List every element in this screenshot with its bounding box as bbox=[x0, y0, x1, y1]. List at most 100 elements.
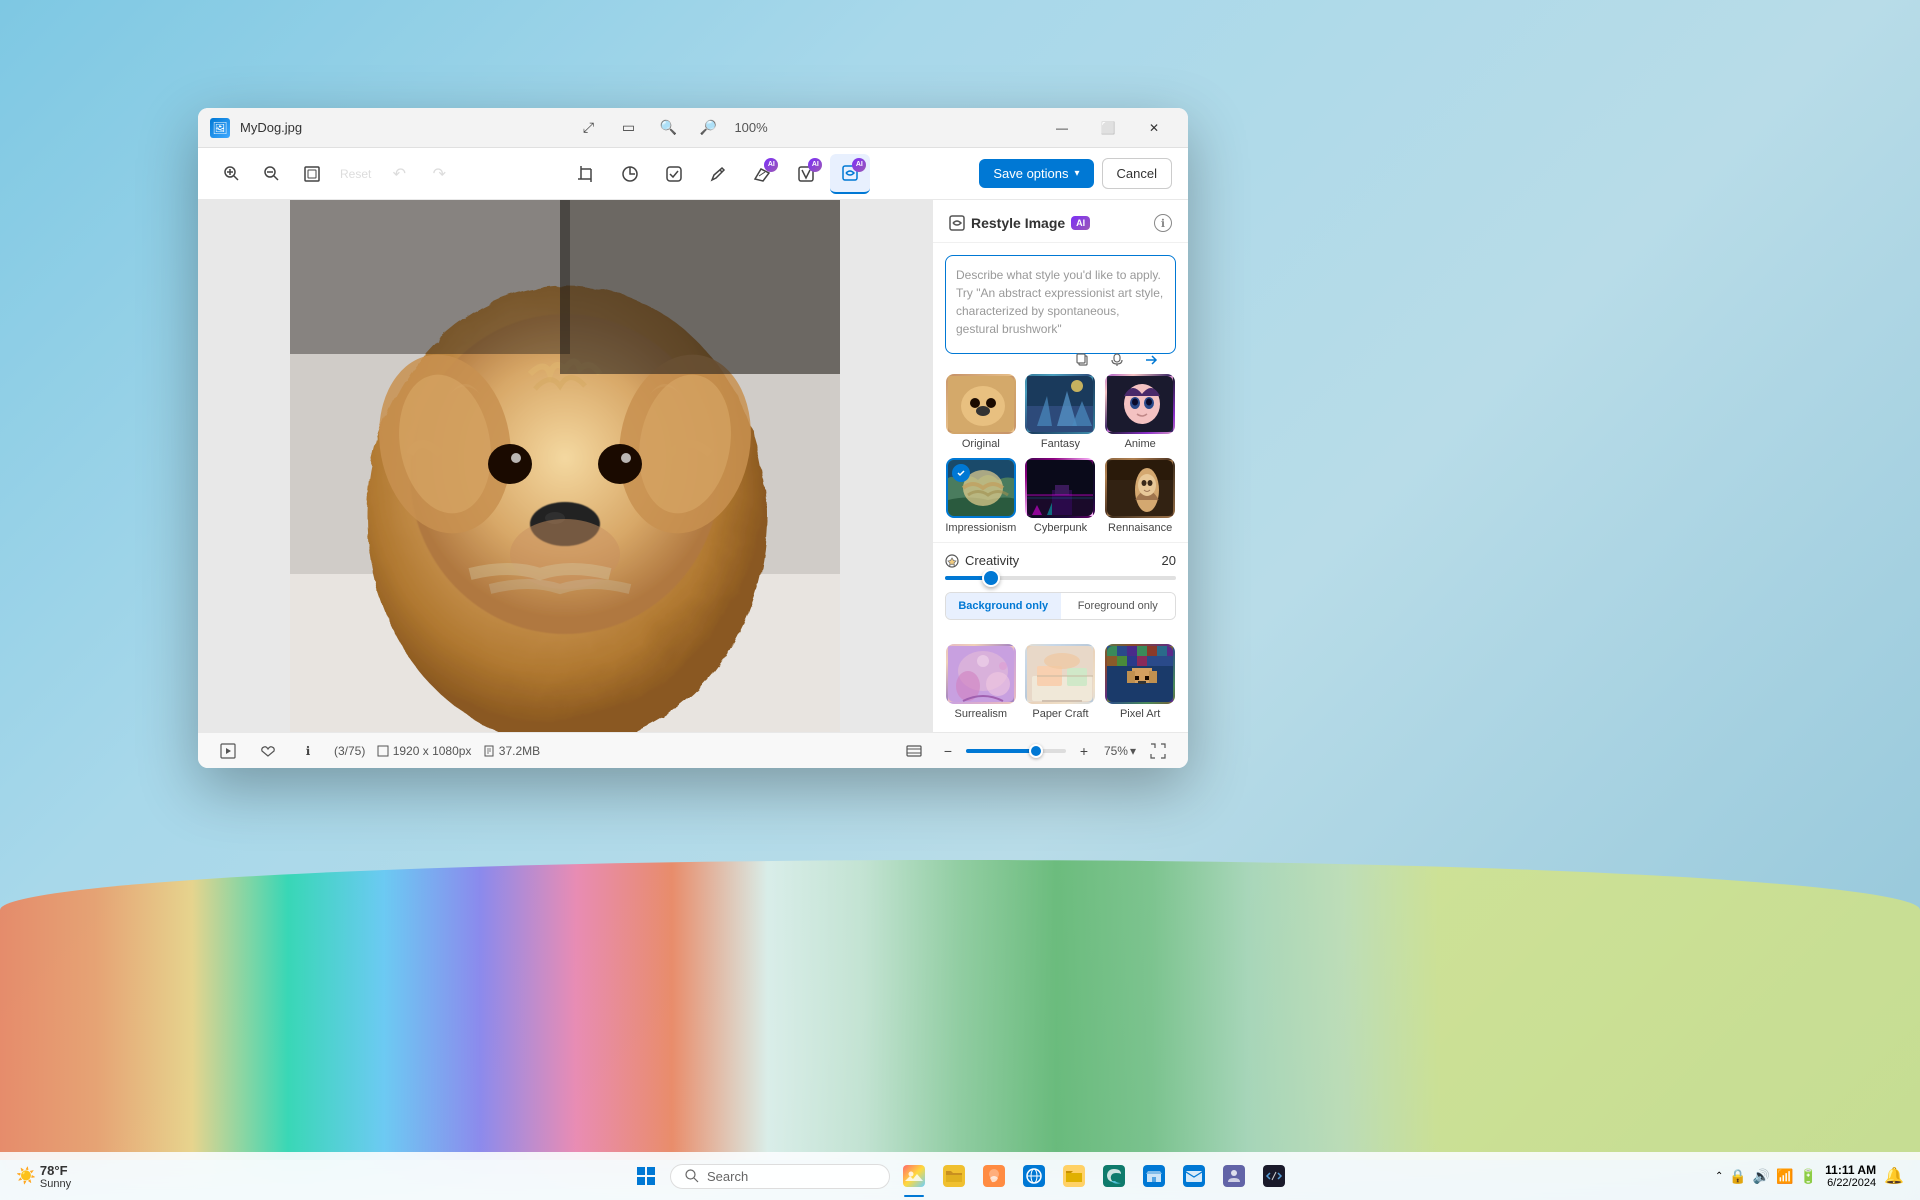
zoom-value-display[interactable]: 75% ▾ bbox=[1104, 744, 1136, 758]
image-area[interactable] bbox=[198, 200, 932, 732]
adjust-tool-btn[interactable] bbox=[610, 154, 650, 194]
weather-widget[interactable]: ☀️ 78°F Sunny bbox=[16, 1163, 71, 1190]
tray-security-icon[interactable]: 🔒 bbox=[1729, 1168, 1746, 1185]
window-title: MyDog.jpg bbox=[240, 120, 302, 135]
tray-volume-icon[interactable]: 🔊 bbox=[1753, 1168, 1770, 1185]
file-dimensions: 1920 x 1080px bbox=[377, 744, 471, 758]
panel-info-btn[interactable]: ℹ bbox=[1154, 214, 1172, 232]
system-clock[interactable]: 11:11 AM 6/22/2024 bbox=[1825, 1163, 1876, 1189]
fullscreen-btn[interactable] bbox=[1144, 737, 1172, 765]
taskbar-mail-btn[interactable] bbox=[1176, 1158, 1212, 1194]
foreground-only-btn[interactable]: Foreground only bbox=[1061, 593, 1176, 619]
search-bar[interactable]: Search bbox=[670, 1164, 890, 1189]
creativity-text: Creativity bbox=[965, 553, 1019, 568]
minimize-btn[interactable]: — bbox=[1040, 113, 1084, 143]
toolbar: Reset ↶ ↷ AI bbox=[198, 148, 1188, 200]
style-item-renaissance[interactable]: Rennaisance bbox=[1104, 458, 1176, 534]
generate-ai-btn[interactable]: AI bbox=[786, 154, 826, 194]
taskbar-teams-btn[interactable] bbox=[1216, 1158, 1252, 1194]
tray-expand-icon[interactable]: ⌃ bbox=[1715, 1171, 1723, 1182]
close-btn[interactable]: ✕ bbox=[1132, 113, 1176, 143]
taskbar-files-btn[interactable] bbox=[936, 1158, 972, 1194]
tray-battery-icon[interactable]: 🔋 bbox=[1800, 1168, 1817, 1185]
zoom-in-status-btn[interactable]: + bbox=[1072, 739, 1096, 763]
save-options-btn[interactable]: Save options ▾ bbox=[979, 159, 1093, 188]
cancel-btn[interactable]: Cancel bbox=[1102, 158, 1172, 189]
zoom-control: − + bbox=[936, 739, 1096, 763]
desktop-ribbon bbox=[0, 860, 1920, 1160]
filmstrip-btn[interactable] bbox=[900, 737, 928, 765]
style-item-pixelart[interactable]: Pixel Art bbox=[1104, 644, 1176, 720]
taskbar-dev-btn[interactable] bbox=[1256, 1158, 1292, 1194]
like-btn[interactable] bbox=[254, 737, 282, 765]
style-item-fantasy[interactable]: Fantasy bbox=[1025, 374, 1097, 450]
search-icon bbox=[685, 1169, 699, 1183]
app-icon: 🖼 bbox=[210, 118, 230, 138]
style-item-anime[interactable]: Anime bbox=[1104, 374, 1176, 450]
style-thumb-anime bbox=[1105, 374, 1175, 434]
fit-window-btn[interactable]: ⤢ bbox=[570, 110, 606, 146]
style-grid-top: Original bbox=[933, 366, 1188, 542]
eraser-ai-btn[interactable]: AI bbox=[742, 154, 782, 194]
start-btn[interactable] bbox=[628, 1158, 664, 1194]
style-thumb-renaissance bbox=[1105, 458, 1175, 518]
restyle-icon bbox=[949, 215, 965, 231]
active-indicator bbox=[904, 1195, 924, 1197]
style-label-cyberpunk: Cyberpunk bbox=[1034, 522, 1087, 534]
taskbar-store-btn[interactable] bbox=[1136, 1158, 1172, 1194]
status-bar: ℹ (3/75) 1920 x 1080px 37.2MB − bbox=[198, 732, 1188, 768]
system-tray-icons: ⌃ 🔒 🔊 📶 🔋 bbox=[1715, 1168, 1817, 1185]
notification-btn[interactable]: 🔔 bbox=[1884, 1166, 1904, 1186]
send-btn[interactable] bbox=[1137, 346, 1165, 374]
panel-header: Restyle Image AI ℹ bbox=[933, 200, 1188, 243]
clock-time: 11:11 AM bbox=[1825, 1163, 1876, 1177]
mic-btn[interactable] bbox=[1103, 346, 1131, 374]
zoom-out-btn[interactable] bbox=[254, 156, 290, 192]
style-item-papercraft[interactable]: Paper Craft bbox=[1025, 644, 1097, 720]
fit-btn[interactable] bbox=[294, 156, 330, 192]
zoom-slider[interactable] bbox=[966, 749, 1066, 753]
reset-btn[interactable]: Reset bbox=[334, 156, 377, 192]
dog-image bbox=[290, 200, 840, 732]
draw-tool-btn[interactable] bbox=[698, 154, 738, 194]
taskbar-photos-btn[interactable] bbox=[896, 1158, 932, 1194]
paste-btn[interactable] bbox=[1069, 346, 1097, 374]
style-item-original[interactable]: Original bbox=[945, 374, 1017, 450]
zoom-out-status-btn[interactable]: − bbox=[936, 739, 960, 763]
style-thumb-surrealism bbox=[946, 644, 1016, 704]
style-label-papercraft: Paper Craft bbox=[1032, 708, 1088, 720]
zoom-out-title-btn[interactable]: 🔍 bbox=[650, 110, 686, 146]
info-btn[interactable]: ℹ bbox=[294, 737, 322, 765]
filter-tool-btn[interactable] bbox=[654, 154, 694, 194]
undo-btn[interactable]: ↶ bbox=[381, 156, 417, 192]
slideshow-btn[interactable] bbox=[214, 737, 242, 765]
taskbar-folder-btn[interactable] bbox=[1056, 1158, 1092, 1194]
restyle-ai-btn[interactable]: AI bbox=[830, 154, 870, 194]
frame-btn[interactable]: ▭ bbox=[610, 110, 646, 146]
style-item-surrealism[interactable]: Surrealism bbox=[945, 644, 1017, 720]
toolbar-right: Save options ▾ Cancel bbox=[979, 158, 1172, 189]
style-placeholder: Describe what style you'd like to apply.… bbox=[956, 266, 1165, 338]
style-item-impressionism[interactable]: Impressionism bbox=[945, 458, 1017, 534]
style-text-input[interactable]: Describe what style you'd like to apply.… bbox=[945, 255, 1176, 354]
background-only-btn[interactable]: Background only bbox=[946, 593, 1061, 619]
app-window: 🖼 MyDog.jpg ⤢ ▭ 🔍 🔎 100% — ⬜ ✕ bbox=[198, 108, 1188, 768]
zoom-in-title-btn[interactable]: 🔎 bbox=[690, 110, 726, 146]
maximize-btn[interactable]: ⬜ bbox=[1086, 113, 1130, 143]
crop-tool-btn[interactable] bbox=[566, 154, 606, 194]
window-controls: — ⬜ ✕ bbox=[1040, 113, 1176, 143]
style-item-cyberpunk[interactable]: Cyberpunk bbox=[1025, 458, 1097, 534]
style-label-pixelart: Pixel Art bbox=[1120, 708, 1160, 720]
zoom-in-btn[interactable] bbox=[214, 156, 250, 192]
taskbar-browser-btn[interactable] bbox=[1016, 1158, 1052, 1194]
zoom-slider-thumb[interactable] bbox=[1029, 744, 1043, 758]
slider-thumb[interactable] bbox=[982, 569, 1000, 587]
style-label-renaissance: Rennaisance bbox=[1108, 522, 1172, 534]
tray-wifi-icon[interactable]: 📶 bbox=[1776, 1168, 1793, 1185]
taskbar-edge-btn[interactable] bbox=[1096, 1158, 1132, 1194]
style-input-actions bbox=[956, 346, 1165, 374]
creativity-slider[interactable] bbox=[945, 576, 1176, 580]
taskbar-paint-btn[interactable] bbox=[976, 1158, 1012, 1194]
style-label-surrealism: Surrealism bbox=[955, 708, 1008, 720]
redo-btn[interactable]: ↷ bbox=[421, 156, 457, 192]
